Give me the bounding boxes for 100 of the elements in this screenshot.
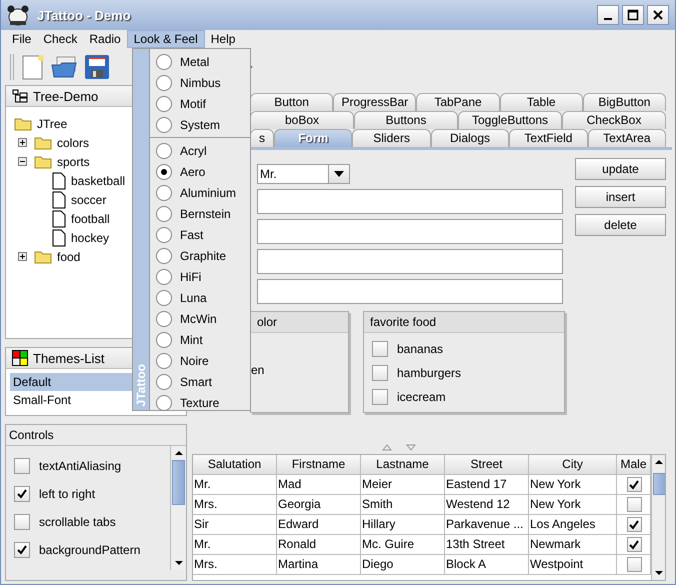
column-header[interactable]: Salutation [193, 455, 277, 475]
radio-button[interactable] [156, 268, 172, 284]
tab[interactable]: TabPane [416, 93, 500, 111]
checkbox[interactable] [626, 557, 642, 572]
form-button[interactable]: insert [575, 186, 666, 208]
menu-item[interactable]: McWin [150, 308, 250, 329]
radio-button[interactable] [156, 374, 172, 390]
checkbox[interactable] [372, 341, 388, 357]
radio-button[interactable] [156, 54, 172, 70]
radio-button[interactable] [156, 206, 172, 222]
menu-item[interactable]: Texture [150, 392, 250, 413]
column-header[interactable]: Street [445, 455, 529, 475]
radio-button[interactable] [156, 394, 172, 410]
menu-item[interactable]: Look & Feel [126, 30, 205, 48]
form-button[interactable]: update [575, 158, 666, 180]
text-field[interactable] [257, 189, 563, 214]
tree-node-label[interactable]: football [71, 212, 110, 226]
menu-item[interactable]: Metal [150, 51, 250, 72]
expand-toggle-icon[interactable] [18, 138, 27, 147]
window-title: JTattoo - Demo [37, 8, 131, 22]
menu-item[interactable]: Aero [150, 161, 250, 182]
text-field[interactable] [257, 279, 563, 304]
tab[interactable]: Button [250, 93, 334, 111]
checkbox[interactable] [626, 517, 642, 532]
menu-item[interactable]: Motif [150, 93, 250, 114]
menu-item[interactable]: HiFi [150, 266, 250, 287]
tab[interactable]: TextArea [588, 129, 666, 147]
tab[interactable]: Dialogs [430, 129, 510, 147]
scrollbar[interactable] [170, 446, 186, 570]
salutation-dropdown[interactable]: Mr. [257, 164, 350, 184]
scroll-thumb[interactable] [172, 460, 185, 505]
checkbox[interactable] [372, 389, 388, 405]
checkbox[interactable] [14, 542, 30, 558]
checkbox[interactable] [14, 486, 30, 502]
menu-item[interactable]: Noire [150, 350, 250, 371]
menu-item[interactable]: Aluminium [150, 182, 250, 203]
menu-item[interactable]: Radio [83, 30, 127, 48]
radio-button[interactable] [156, 184, 172, 200]
tab[interactable]: CheckBox [562, 111, 666, 129]
radio-button[interactable] [156, 96, 172, 112]
tab[interactable]: boBox [250, 111, 354, 129]
menu-item[interactable]: Help [204, 30, 242, 48]
tab[interactable]: ProgressBar [333, 93, 416, 111]
tree-node-label[interactable]: sports [57, 154, 90, 168]
tree-node-label[interactable]: hockey [71, 230, 110, 244]
checkbox[interactable] [372, 365, 388, 381]
menu-item[interactable]: Mint [150, 329, 250, 350]
radio-button[interactable] [156, 290, 172, 306]
maximize-button[interactable] [622, 5, 644, 25]
checkbox[interactable] [14, 458, 30, 474]
expand-toggle-icon[interactable] [18, 157, 27, 166]
text-field[interactable] [257, 219, 563, 244]
table-cell: Mr. [193, 475, 277, 495]
checkbox[interactable] [626, 477, 642, 492]
text-field[interactable] [257, 249, 563, 274]
save-icon[interactable] [83, 52, 111, 80]
checkbox[interactable] [626, 497, 642, 512]
splitter-arrows-icon[interactable] [381, 444, 417, 451]
menu-item[interactable]: System [150, 114, 250, 135]
tab[interactable]: Table [500, 93, 583, 111]
menu-item[interactable]: File [6, 30, 38, 48]
tree-node-label[interactable]: soccer [71, 192, 106, 206]
tab[interactable]: s [250, 129, 274, 147]
checkbox[interactable] [626, 537, 642, 552]
radio-button[interactable] [156, 116, 172, 132]
menu-item[interactable]: Nimbus [150, 72, 250, 93]
scrollbar[interactable] [651, 455, 665, 580]
menu-item[interactable]: Bernstein [150, 203, 250, 224]
menu-item[interactable]: Fast [150, 224, 250, 245]
tab[interactable]: BigButton [582, 93, 666, 111]
menu-item[interactable]: Check [37, 30, 84, 48]
minimize-button[interactable] [597, 5, 619, 25]
column-header[interactable]: Firstname [277, 455, 361, 475]
expand-toggle-icon[interactable] [18, 252, 27, 261]
scroll-thumb[interactable] [652, 473, 665, 495]
tree-node-label[interactable]: basketball [71, 174, 126, 188]
column-header[interactable]: City [529, 455, 617, 475]
tab[interactable]: TextField [509, 129, 588, 147]
tab[interactable]: ToggleButtons [458, 111, 562, 129]
column-header[interactable]: Male [617, 455, 651, 475]
radio-button[interactable] [156, 142, 172, 158]
radio-button[interactable] [156, 226, 172, 242]
menu-item[interactable]: Luna [150, 287, 250, 308]
table-cell: Parkavenue ... [445, 515, 529, 535]
radio-button[interactable] [156, 164, 172, 180]
checkbox[interactable] [14, 514, 30, 530]
tree-node-label[interactable]: colors [57, 136, 90, 150]
radio-button[interactable] [156, 310, 172, 326]
radio-button[interactable] [156, 74, 172, 90]
tab[interactable]: Sliders [352, 129, 431, 147]
column-header[interactable]: Lastname [361, 455, 445, 475]
radio-button[interactable] [156, 352, 172, 368]
radio-button[interactable] [156, 332, 172, 348]
form-button[interactable]: delete [575, 214, 666, 236]
menu-item[interactable]: Graphite [150, 245, 250, 266]
tab[interactable]: Buttons [354, 111, 458, 129]
menu-item[interactable]: Acryl [150, 140, 250, 161]
tree-node-label[interactable]: food [57, 250, 80, 264]
radio-button[interactable] [156, 248, 172, 264]
close-button[interactable] [647, 5, 669, 25]
